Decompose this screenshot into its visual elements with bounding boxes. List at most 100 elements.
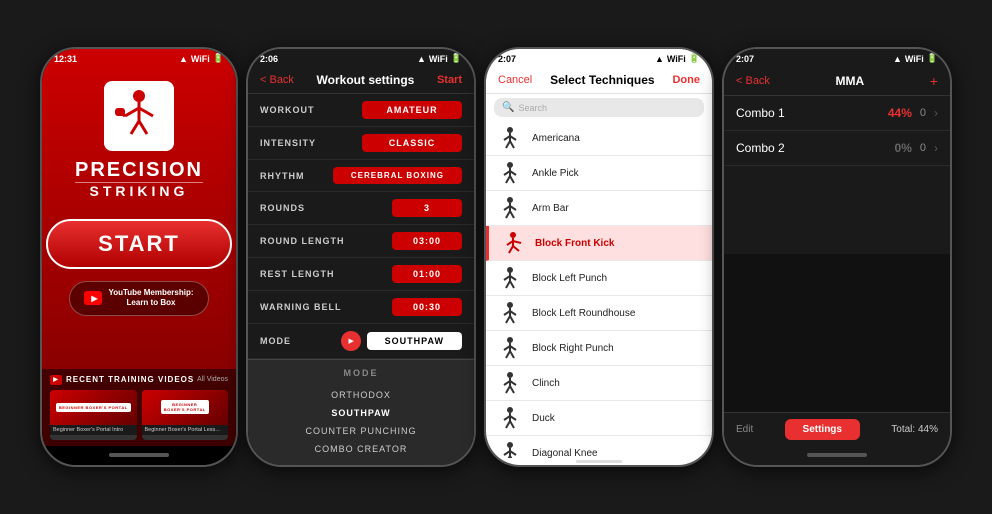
technique-name-ankle-pick: Ankle Pick — [532, 168, 702, 179]
rest-length-value[interactable]: 01:00 — [392, 265, 462, 283]
warning-bell-label: Warning Bell — [260, 302, 342, 312]
plus-button[interactable]: + — [930, 73, 938, 89]
time-2: 2:06 — [260, 54, 278, 64]
glossary-link[interactable]: Glossary of Terms — [248, 466, 474, 467]
intensity-value[interactable]: Classic — [362, 134, 462, 152]
technique-clinch[interactable]: Clinch — [486, 366, 712, 401]
round-length-label: Round Length — [260, 236, 345, 246]
combo-2-percent: 0% — [895, 141, 912, 155]
youtube-button[interactable]: ▶ YouTube Membership:Learn to Box — [69, 281, 208, 316]
block-right-punch-icon — [496, 336, 524, 360]
cancel-button[interactable]: Cancel — [498, 74, 532, 86]
start-nav-button[interactable]: Start — [437, 74, 462, 86]
nav-bar-3: Cancel Select Techniques Done — [486, 67, 712, 94]
logo-area: PRECISION STRIKING — [75, 81, 203, 199]
back-button-4[interactable]: < Back — [736, 75, 770, 87]
rounds-row: Rounds 3 — [248, 192, 474, 225]
play-icon-small: ▶ — [50, 375, 62, 385]
mode-counter[interactable]: Counter Punching — [260, 422, 462, 440]
duck-icon — [496, 406, 524, 430]
mode-southpaw[interactable]: Southpaw — [260, 404, 462, 422]
workout-row: Workout Amateur — [248, 94, 474, 127]
video-thumbnails: BEGINNER BOXER'S PORTAL Beginner Boxer's… — [50, 390, 228, 440]
logo-precision: PRECISION — [75, 159, 203, 182]
start-button[interactable]: START — [46, 219, 232, 269]
mode-orthodox[interactable]: Orthodox — [260, 386, 462, 404]
settings-button[interactable]: Settings — [785, 419, 860, 440]
youtube-icon: ▶ — [84, 291, 102, 305]
screen-1: PRECISION STRIKING START ▶ YouTube Membe… — [42, 49, 236, 446]
recent-videos-section: ▶ Recent Training Videos All Videos BEGI… — [42, 369, 236, 446]
technique-diagonal-knee[interactable]: Diagonal Knee — [486, 436, 712, 458]
thumb1-label: BEGINNER BOXER'S PORTAL — [59, 405, 128, 410]
technique-name-arm-bar: Arm Bar — [532, 203, 702, 214]
total-label: Total: 44% — [891, 424, 938, 435]
thumb2-caption: Beginner Boxer's Portal Less... — [142, 425, 229, 435]
intensity-label: Intensity — [260, 138, 316, 148]
status-bar-4: 2:07 ▲ WiFi 🔋 — [724, 49, 950, 66]
video-thumb-2[interactable]: BEGINNERBOXER'S PORTAL Beginner Boxer's … — [142, 390, 229, 440]
phone2-content: < Back Workout settings Start Workout Am… — [248, 49, 474, 465]
rhythm-label: Rhythm — [260, 171, 305, 181]
phone-1: 12:31 ▲ WiFi 🔋 — [40, 47, 238, 467]
status-bar-1: 12:31 ▲ WiFi 🔋 — [42, 49, 236, 66]
technique-name-block-right-punch: Block Right Punch — [532, 343, 702, 354]
rhythm-value[interactable]: Cerebral Boxing — [333, 167, 462, 184]
technique-name-clinch: Clinch — [532, 378, 702, 389]
mode-value[interactable]: Southpaw — [367, 332, 462, 350]
home-indicator-3 — [486, 465, 712, 467]
round-length-row: Round Length 03:00 — [248, 225, 474, 258]
rest-length-row: Rest Length 01:00 — [248, 258, 474, 291]
technique-ankle-pick[interactable]: Ankle Pick — [486, 156, 712, 191]
rounds-value[interactable]: 3 — [392, 199, 462, 217]
status-icons-1: ▲ WiFi 🔋 — [179, 53, 224, 64]
back-button-2[interactable]: < Back — [260, 74, 294, 86]
thumb2-label: BEGINNERBOXER'S PORTAL — [164, 402, 206, 412]
mode-combo[interactable]: Combo Creator — [260, 440, 462, 458]
combo-1-percent: 44% — [888, 106, 912, 120]
edit-button[interactable]: Edit — [736, 424, 753, 435]
status-bar-3: 2:07 ▲ WiFi 🔋 — [486, 49, 712, 66]
logo-text: PRECISION STRIKING — [75, 159, 203, 199]
warning-bell-value[interactable]: 00:30 — [392, 298, 462, 316]
technique-name-block-left-roundhouse: Block Left Roundhouse — [532, 308, 702, 319]
technique-block-left-roundhouse[interactable]: Block Left Roundhouse — [486, 296, 712, 331]
time-4: 2:07 — [736, 54, 754, 64]
boxing-svg — [109, 86, 169, 146]
technique-arm-bar[interactable]: Arm Bar — [486, 191, 712, 226]
all-videos-link[interactable]: All Videos — [197, 376, 228, 383]
time-3: 2:07 — [498, 54, 516, 64]
technique-americana[interactable]: Americana — [486, 121, 712, 156]
nav-title-2: Workout settings — [317, 73, 415, 87]
arm-bar-icon — [496, 196, 524, 220]
technique-block-right-punch[interactable]: Block Right Punch — [486, 331, 712, 366]
bottom-bar: Edit Settings Total: 44% — [724, 412, 950, 446]
technique-duck[interactable]: Duck — [486, 401, 712, 436]
round-length-value[interactable]: 03:00 — [392, 232, 462, 250]
mode-play-button[interactable]: ▶ — [341, 331, 361, 351]
combo-2-name: Combo 2 — [736, 141, 785, 155]
workout-label: Workout — [260, 105, 315, 115]
logo-icon — [104, 81, 174, 151]
diagonal-knee-icon — [496, 441, 524, 458]
video-thumb-1[interactable]: BEGINNER BOXER'S PORTAL Beginner Boxer's… — [50, 390, 137, 440]
technique-block-front-kick[interactable]: Block Front Kick — [486, 226, 712, 261]
home-indicator-4 — [724, 446, 950, 465]
technique-name-duck: Duck — [532, 413, 702, 424]
combo-2-count: 0 — [920, 142, 926, 154]
combo-item-2[interactable]: Combo 2 0% 0 › — [724, 131, 950, 166]
combo-item-1[interactable]: Combo 1 44% 0 › — [724, 96, 950, 131]
technique-block-left-punch[interactable]: Block Left Punch — [486, 261, 712, 296]
search-bar[interactable]: 🔍 Search — [494, 98, 704, 117]
home-indicator-2 — [248, 465, 474, 467]
phone-2: 2:06 ▲ WiFi 🔋 < Back Workout settings St… — [246, 47, 476, 467]
done-button[interactable]: Done — [672, 74, 700, 86]
search-placeholder: Search — [518, 103, 547, 113]
clinch-icon — [496, 371, 524, 395]
rhythm-row: Rhythm Cerebral Boxing — [248, 160, 474, 192]
intensity-row: Intensity Classic — [248, 127, 474, 160]
rounds-label: Rounds — [260, 203, 305, 213]
workout-value[interactable]: Amateur — [362, 101, 462, 119]
combo-2-arrow: › — [934, 141, 938, 155]
phone-3: 2:07 ▲ WiFi 🔋 Cancel Select Techniques D… — [484, 47, 714, 467]
